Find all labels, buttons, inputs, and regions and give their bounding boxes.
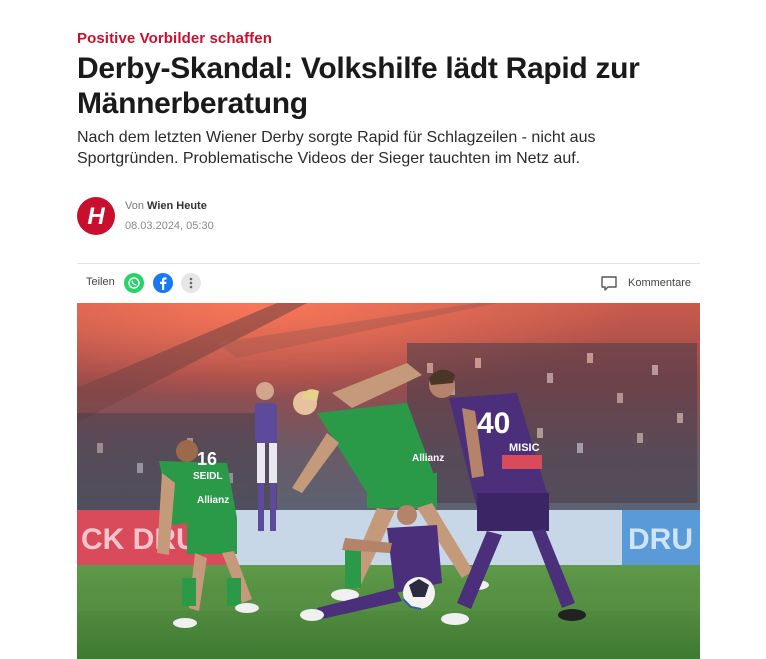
facebook-share-button[interactable] bbox=[153, 273, 173, 293]
author-block: H Von Wien Heute 08.03.2024, 05:30 bbox=[77, 197, 377, 237]
share-label: Teilen bbox=[86, 276, 115, 288]
svg-text:H: H bbox=[87, 203, 105, 229]
whatsapp-share-button[interactable] bbox=[124, 273, 144, 293]
article-headline: Derby-Skandal: Volkshilfe lädt Rapid zur… bbox=[77, 52, 640, 120]
jersey-right-name: MISIC bbox=[509, 442, 540, 454]
jersey-left-name: SEIDL bbox=[193, 471, 222, 482]
article-kicker[interactable]: Positive Vorbilder schaffen bbox=[77, 30, 272, 47]
whatsapp-icon bbox=[128, 277, 140, 289]
heute-logo[interactable]: H bbox=[77, 197, 115, 235]
football-match-photo: CK DRU DRU 16 SEIDL Allianz Allianz 40 M… bbox=[77, 303, 700, 659]
hero-image[interactable]: CK DRU DRU 16 SEIDL Allianz Allianz 40 M… bbox=[77, 303, 700, 659]
jersey-right-number: 40 bbox=[477, 407, 510, 440]
jersey-center-sponsor: Allianz bbox=[412, 453, 444, 464]
publish-date: 08.03.2024, 05:30 bbox=[125, 220, 214, 232]
comments-label: Kommentare bbox=[628, 277, 691, 289]
more-dots-icon bbox=[189, 277, 193, 289]
author-name[interactable]: Wien Heute bbox=[147, 200, 207, 212]
byline-prefix: Von bbox=[125, 200, 144, 212]
football bbox=[402, 577, 435, 610]
article-lead: Nach dem letzten Wiener Derby sorgte Rap… bbox=[77, 129, 596, 167]
comment-bubble-icon bbox=[601, 275, 617, 291]
jersey-left-sponsor: Allianz bbox=[197, 495, 229, 506]
facebook-icon bbox=[160, 277, 167, 290]
heute-h-logo-icon: H bbox=[87, 203, 105, 229]
board-right-text: DRU bbox=[628, 523, 693, 556]
comments-button[interactable]: Kommentare bbox=[600, 272, 691, 294]
board-left-text: CK DRU bbox=[81, 523, 198, 556]
more-share-button[interactable] bbox=[181, 273, 201, 293]
byline: Von Wien Heute bbox=[125, 200, 207, 212]
share-bar: Teilen Kommentare bbox=[77, 272, 700, 294]
jersey-left-number: 16 bbox=[197, 449, 217, 469]
divider bbox=[77, 263, 700, 264]
